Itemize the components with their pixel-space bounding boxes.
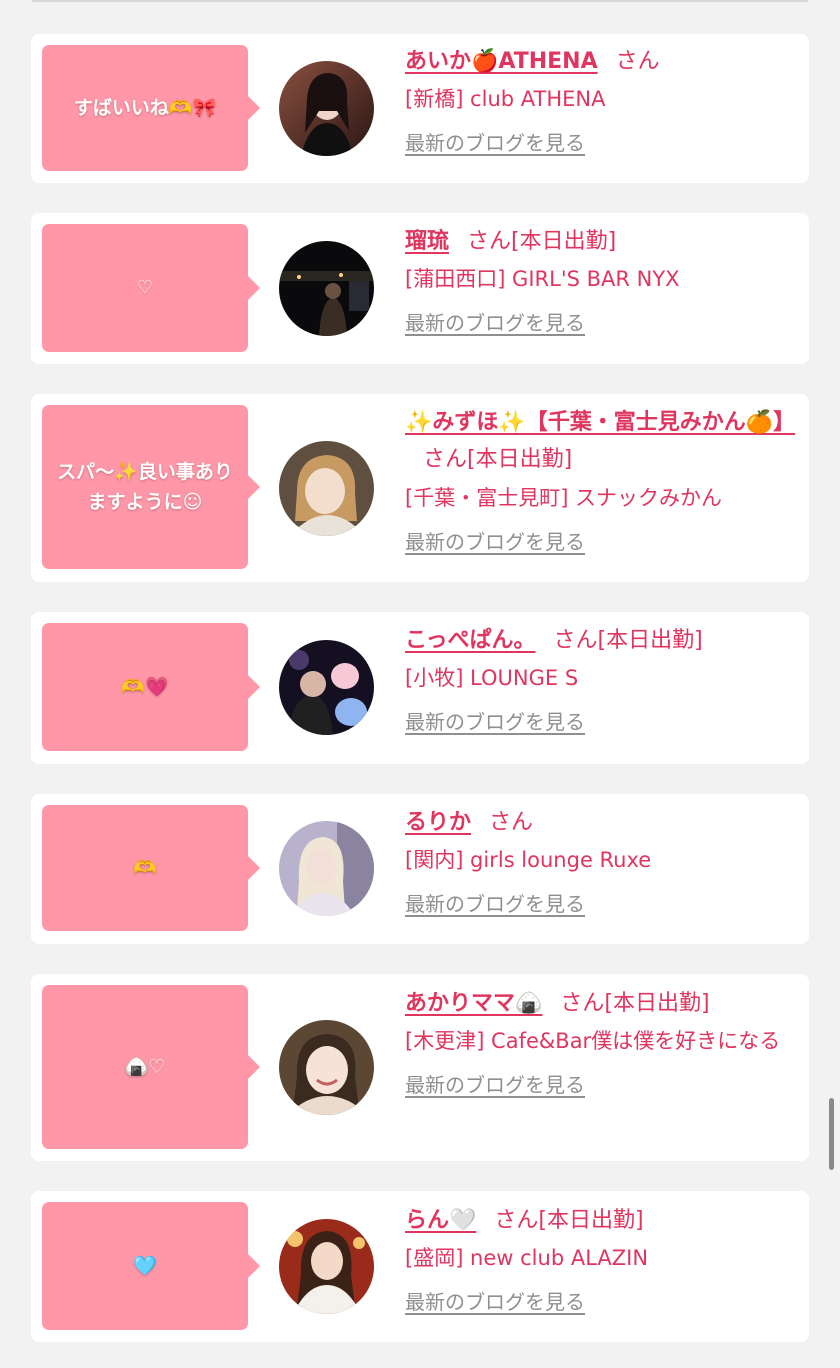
name-line: こっぺぱん。 さん[本日出勤]: [405, 623, 799, 658]
shop-text: [関内] girls lounge Ruxe: [405, 848, 652, 872]
avatar[interactable]: [279, 640, 374, 735]
photo-avatar-icon: [279, 821, 374, 916]
comment-text: すばいいね🫶🎀: [73, 97, 217, 119]
card-info: るりか さん [関内] girls lounge Ruxe 最新のブログを見る: [405, 805, 799, 919]
photo-avatar-icon: [279, 1219, 374, 1314]
photo-avatar-icon: [279, 441, 374, 536]
name-line: 瑠琉 さん[本日出勤]: [405, 224, 799, 259]
comment-bubble: 🩵: [42, 1202, 260, 1330]
comment-text: 🫶💗: [121, 676, 169, 698]
status-text: [本日出勤]: [604, 991, 710, 1016]
cast-name-link[interactable]: るりか: [405, 810, 471, 835]
honorific: さん: [553, 628, 598, 653]
avatar[interactable]: [279, 1219, 374, 1314]
blog-card: 🫶 るりか さん [関内] girls lounge Ruxe 最新のブログを見る: [31, 794, 809, 944]
photo-avatar-icon: [279, 241, 374, 336]
avatar[interactable]: [279, 61, 374, 156]
blog-card: 🍙♡ あかりママ🍙 さん[本日出勤] [木更津] Cafe&Bar僕は僕を好きにな…: [31, 974, 809, 1161]
status-text: [本日出勤]: [538, 1208, 644, 1233]
blog-card: 🩵 らん🤍 さん[本日出勤] [盛岡] new club ALAZIN 最新のブロ…: [31, 1191, 809, 1342]
shop-text: [新橋] club ATHENA: [405, 87, 606, 111]
card-info: ✨みずほ✨【千葉・富士見みかん🍊】さん[本日出勤] [千葉・富士見町] スナック…: [405, 404, 799, 557]
shop-text: [盛岡] new club ALAZIN: [405, 1246, 649, 1270]
honorific: さん: [560, 991, 605, 1016]
photo-avatar-icon: [279, 61, 374, 156]
comment-text: 🩵: [133, 1255, 157, 1277]
status-text: [本日出勤]: [467, 447, 573, 472]
card-info: あかりママ🍙 さん[本日出勤] [木更津] Cafe&Bar僕は僕を好きになる 最…: [405, 986, 799, 1100]
avatar[interactable]: [279, 441, 374, 536]
photo-avatar-icon: [279, 640, 374, 735]
cast-name-link[interactable]: あいか🍎ATHENA: [405, 49, 598, 74]
comment-bubble: ♡: [42, 224, 260, 352]
name-line: あかりママ🍙 さん[本日出勤]: [405, 986, 799, 1021]
top-divider: [32, 0, 808, 2]
status-text: [本日出勤]: [597, 628, 703, 653]
name-line: るりか さん: [405, 805, 799, 840]
latest-blog-link[interactable]: 最新のブログを見る: [405, 1287, 585, 1317]
shop-text: [小牧] LOUNGE S: [405, 666, 579, 690]
comment-bubble: 🫶: [42, 805, 260, 931]
blog-card: スパ〜✨良い事ありますように☺ ✨みずほ✨【千葉・富士見みかん🍊】さん[本日出勤…: [31, 394, 809, 582]
latest-blog-link[interactable]: 最新のブログを見る: [405, 527, 585, 557]
avatar[interactable]: [279, 1020, 374, 1115]
shop-text: [蒲田西口] GIRL'S BAR NYX: [405, 267, 680, 291]
cast-name-link[interactable]: あかりママ🍙: [405, 991, 542, 1016]
blog-card: 🫶💗 こっぺぱん。 さん[本日出勤] [小牧] LOUNGE S 最新のブログを見…: [31, 612, 809, 764]
avatar[interactable]: [279, 821, 374, 916]
card-info: 瑠琉 さん[本日出勤] [蒲田西口] GIRL'S BAR NYX 最新のブログを…: [405, 224, 799, 338]
scrollbar-thumb[interactable]: [829, 1098, 834, 1170]
shop-text: [千葉・富士見町] スナックみかん: [405, 486, 723, 510]
latest-blog-link[interactable]: 最新のブログを見る: [405, 128, 585, 158]
comment-bubble: スパ〜✨良い事ありますように☺: [42, 405, 260, 569]
comment-text: 🍙♡: [124, 1056, 166, 1078]
latest-blog-link[interactable]: 最新のブログを見る: [405, 1070, 585, 1100]
name-line: らん🤍 さん[本日出勤]: [405, 1203, 799, 1238]
latest-blog-link[interactable]: 最新のブログを見る: [405, 308, 585, 338]
avatar[interactable]: [279, 241, 374, 336]
card-info: こっぺぱん。 さん[本日出勤] [小牧] LOUNGE S 最新のブログを見る: [405, 623, 799, 737]
card-info: らん🤍 さん[本日出勤] [盛岡] new club ALAZIN 最新のブログを…: [405, 1203, 799, 1317]
cast-name-link[interactable]: 瑠琉: [405, 229, 449, 254]
honorific: さん: [494, 1208, 539, 1233]
comment-text: 🫶: [133, 857, 157, 879]
comment-text: ♡: [136, 277, 154, 298]
cast-name-link[interactable]: こっぺぱん。: [405, 628, 535, 653]
blog-card: ♡ 瑠琉 さん[本日出勤] [蒲田西口] GIRL'S BAR NYX 最新のブロ…: [31, 213, 809, 364]
name-line: ✨みずほ✨【千葉・富士見みかん🍊】さん[本日出勤]: [405, 404, 799, 478]
latest-blog-link[interactable]: 最新のブログを見る: [405, 707, 585, 737]
photo-avatar-icon: [279, 1020, 374, 1115]
honorific: さん: [615, 49, 660, 74]
honorific: さん: [489, 810, 534, 835]
name-line: あいか🍎ATHENA さん: [405, 44, 799, 79]
comment-bubble: すばいいね🫶🎀: [42, 45, 260, 171]
comment-text: スパ〜✨良い事ありますように☺: [57, 461, 233, 513]
cast-name-link[interactable]: らん🤍: [405, 1208, 476, 1233]
card-info: あいか🍎ATHENA さん [新橋] club ATHENA 最新のブログを見る: [405, 44, 799, 158]
latest-blog-link[interactable]: 最新のブログを見る: [405, 889, 585, 919]
honorific: さん: [467, 229, 512, 254]
comment-bubble: 🍙♡: [42, 985, 260, 1149]
status-text: [本日出勤]: [511, 229, 617, 254]
honorific: さん: [423, 447, 468, 472]
cast-name-link[interactable]: ✨みずほ✨【千葉・富士見みかん🍊】: [405, 410, 795, 435]
shop-text: [木更津] Cafe&Bar僕は僕を好きになる: [405, 1029, 781, 1053]
comment-bubble: 🫶💗: [42, 623, 260, 751]
blog-card: すばいいね🫶🎀 あいか🍎ATHENA さん [新橋] club ATHENA 最新…: [31, 34, 809, 183]
